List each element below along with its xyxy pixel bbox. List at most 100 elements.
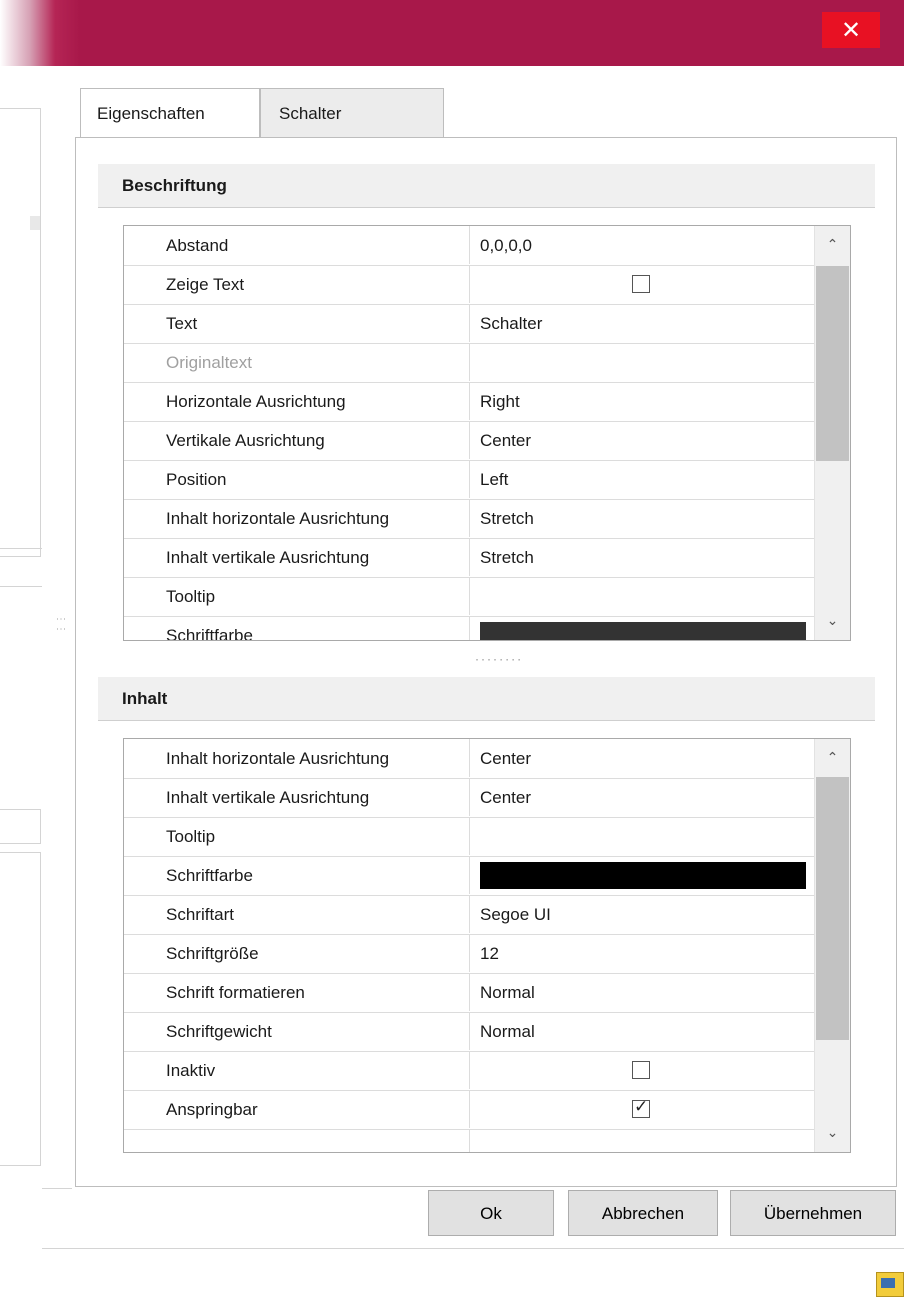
property-name: Tooltip: [166, 587, 216, 606]
property-value[interactable]: Center: [469, 421, 814, 459]
left-divider: [0, 586, 42, 587]
property-name: Tooltip: [166, 827, 216, 846]
property-row-inhalt-horizontale-ausrichtung[interactable]: Inhalt horizontale Ausrichtung Stretch: [124, 499, 814, 539]
property-value[interactable]: 12: [469, 934, 814, 972]
property-row-schriftfarbe[interactable]: Schriftfarbe: [124, 856, 814, 896]
property-value: [469, 856, 814, 894]
property-row-inhalt-vertikale-ausrichtung[interactable]: Inhalt vertikale Ausrichtung Stretch: [124, 538, 814, 578]
property-name: Inaktiv: [166, 1061, 216, 1080]
property-name: Abstand: [166, 236, 229, 255]
tab-schalter[interactable]: Schalter: [260, 88, 444, 138]
section-header-beschriftung: Beschriftung: [98, 164, 875, 208]
close-icon: ✕: [840, 16, 862, 44]
property-name: Inhalt vertikale Ausrichtung: [166, 548, 370, 567]
property-value[interactable]: Normal: [469, 1012, 814, 1050]
property-value: [469, 343, 814, 381]
property-name: Anspringbar: [166, 1100, 258, 1119]
inaktiv-checkbox[interactable]: [632, 1061, 650, 1079]
window-titlebar: ✕: [0, 0, 904, 66]
splitter-grip-horizontal[interactable]: ········: [474, 655, 522, 666]
property-grid-inhalt: Inhalt horizontale Ausrichtung Center In…: [123, 738, 851, 1153]
property-row-zeige-text[interactable]: Zeige Text: [124, 265, 814, 305]
property-row-abstand[interactable]: Abstand 0,0,0,0: [124, 226, 814, 266]
property-value[interactable]: [469, 577, 814, 615]
property-name: Inhalt vertikale Ausrichtung: [166, 788, 370, 807]
property-value: [469, 1051, 814, 1089]
resize-grip-icon[interactable]: [876, 1272, 904, 1297]
footer-divider: [42, 1188, 72, 1189]
property-row-tooltip[interactable]: Tooltip: [124, 817, 814, 857]
left-divider: [0, 548, 42, 549]
window-icon: [881, 1278, 895, 1288]
property-name: Zeige Text: [166, 275, 245, 294]
property-row-position[interactable]: Position Left: [124, 460, 814, 500]
ok-button[interactable]: Ok: [428, 1190, 554, 1236]
property-row-schriftfarbe[interactable]: Schriftfarbe: [124, 616, 814, 641]
zeige-text-checkbox[interactable]: [632, 275, 650, 293]
property-value[interactable]: Center: [469, 778, 814, 816]
property-row-vertikale-ausrichtung[interactable]: Vertikale Ausrichtung Center: [124, 421, 814, 461]
color-swatch[interactable]: [480, 622, 806, 640]
property-row-schriftgewicht[interactable]: Schriftgewicht Normal: [124, 1012, 814, 1052]
close-button[interactable]: ✕: [822, 12, 880, 48]
scroll-up-icon[interactable]: ⌃: [815, 226, 850, 264]
property-row-schriftart[interactable]: Schriftart Segoe UI: [124, 895, 814, 935]
property-value[interactable]: [469, 817, 814, 855]
property-name: Schriftfarbe: [166, 866, 253, 885]
apply-button[interactable]: Übernehmen: [730, 1190, 896, 1236]
property-value[interactable]: 0,0,0,0: [469, 226, 814, 264]
scroll-down-icon[interactable]: ⌄: [815, 1114, 850, 1152]
property-row-inhalt-vertikale-ausrichtung[interactable]: Inhalt vertikale Ausrichtung Center: [124, 778, 814, 818]
property-row-text[interactable]: Text Schalter: [124, 304, 814, 344]
property-value[interactable]: Segoe UI: [469, 895, 814, 933]
property-row-schrift-formatieren[interactable]: Schrift formatieren Normal: [124, 973, 814, 1013]
property-name: Schriftgröße: [166, 944, 259, 963]
property-name: Schriftfarbe: [166, 626, 253, 641]
property-value: [469, 265, 814, 303]
property-name: Text: [166, 314, 198, 333]
property-grid-beschriftung: Abstand 0,0,0,0 Zeige Text Text Schalter…: [123, 225, 851, 641]
left-panel: [0, 66, 42, 1297]
property-row-inhalt-horizontale-ausrichtung[interactable]: Inhalt horizontale Ausrichtung Center: [124, 739, 814, 779]
left-lower-box: [0, 852, 41, 1166]
splitter-grip-vertical[interactable]: ⋮⋮: [55, 614, 66, 634]
property-value[interactable]: Left: [469, 460, 814, 498]
property-value[interactable]: Schalter: [469, 304, 814, 342]
property-row-tooltip[interactable]: Tooltip: [124, 577, 814, 617]
anspringbar-checkbox[interactable]: ✓: [632, 1097, 650, 1118]
property-row-schriftgroesse[interactable]: Schriftgröße 12: [124, 934, 814, 974]
property-value[interactable]: Right: [469, 382, 814, 420]
property-row-anspringbar[interactable]: Anspringbar ✓: [124, 1090, 814, 1130]
property-name: Schriftart: [166, 905, 235, 924]
cancel-button[interactable]: Abbrechen: [568, 1190, 718, 1236]
property-value: [469, 616, 814, 640]
scroll-thumb[interactable]: [816, 266, 849, 461]
property-value[interactable]: Stretch: [469, 538, 814, 576]
left-field-box: [0, 809, 41, 844]
property-value: ✓: [469, 1090, 814, 1128]
property-name: Originaltext: [166, 353, 252, 372]
scrollbar-vertical[interactable]: ⌃ ⌄: [814, 739, 850, 1152]
property-row-originaltext: Originaltext: [124, 343, 814, 383]
tab-eigenschaften[interactable]: Eigenschaften: [80, 88, 260, 138]
scroll-down-icon[interactable]: ⌄: [815, 602, 850, 640]
property-name: Vertikale Ausrichtung: [166, 431, 325, 450]
property-value[interactable]: Center: [469, 739, 814, 777]
scroll-thumb[interactable]: [816, 777, 849, 1040]
property-value[interactable]: Normal: [469, 973, 814, 1011]
scrollbar-vertical[interactable]: ⌃ ⌄: [814, 226, 850, 640]
checkmark-icon: ✓: [634, 1097, 649, 1117]
section-title: Inhalt: [122, 689, 168, 708]
scroll-up-icon[interactable]: ⌃: [815, 739, 850, 777]
property-row-inaktiv[interactable]: Inaktiv: [124, 1051, 814, 1091]
property-value[interactable]: Stretch: [469, 499, 814, 537]
property-row-horizontale-ausrichtung[interactable]: Horizontale Ausrichtung Right: [124, 382, 814, 422]
property-name: Inhalt horizontale Ausrichtung: [166, 749, 390, 768]
color-swatch[interactable]: [480, 862, 806, 889]
section-header-inhalt: Inhalt: [98, 677, 875, 721]
section-title: Beschriftung: [122, 176, 227, 195]
tab-label: Schalter: [279, 104, 342, 123]
footer-bottom-divider: [42, 1248, 904, 1249]
property-name: Schrift formatieren: [166, 983, 305, 1002]
property-name: Schriftgewicht: [166, 1022, 272, 1041]
